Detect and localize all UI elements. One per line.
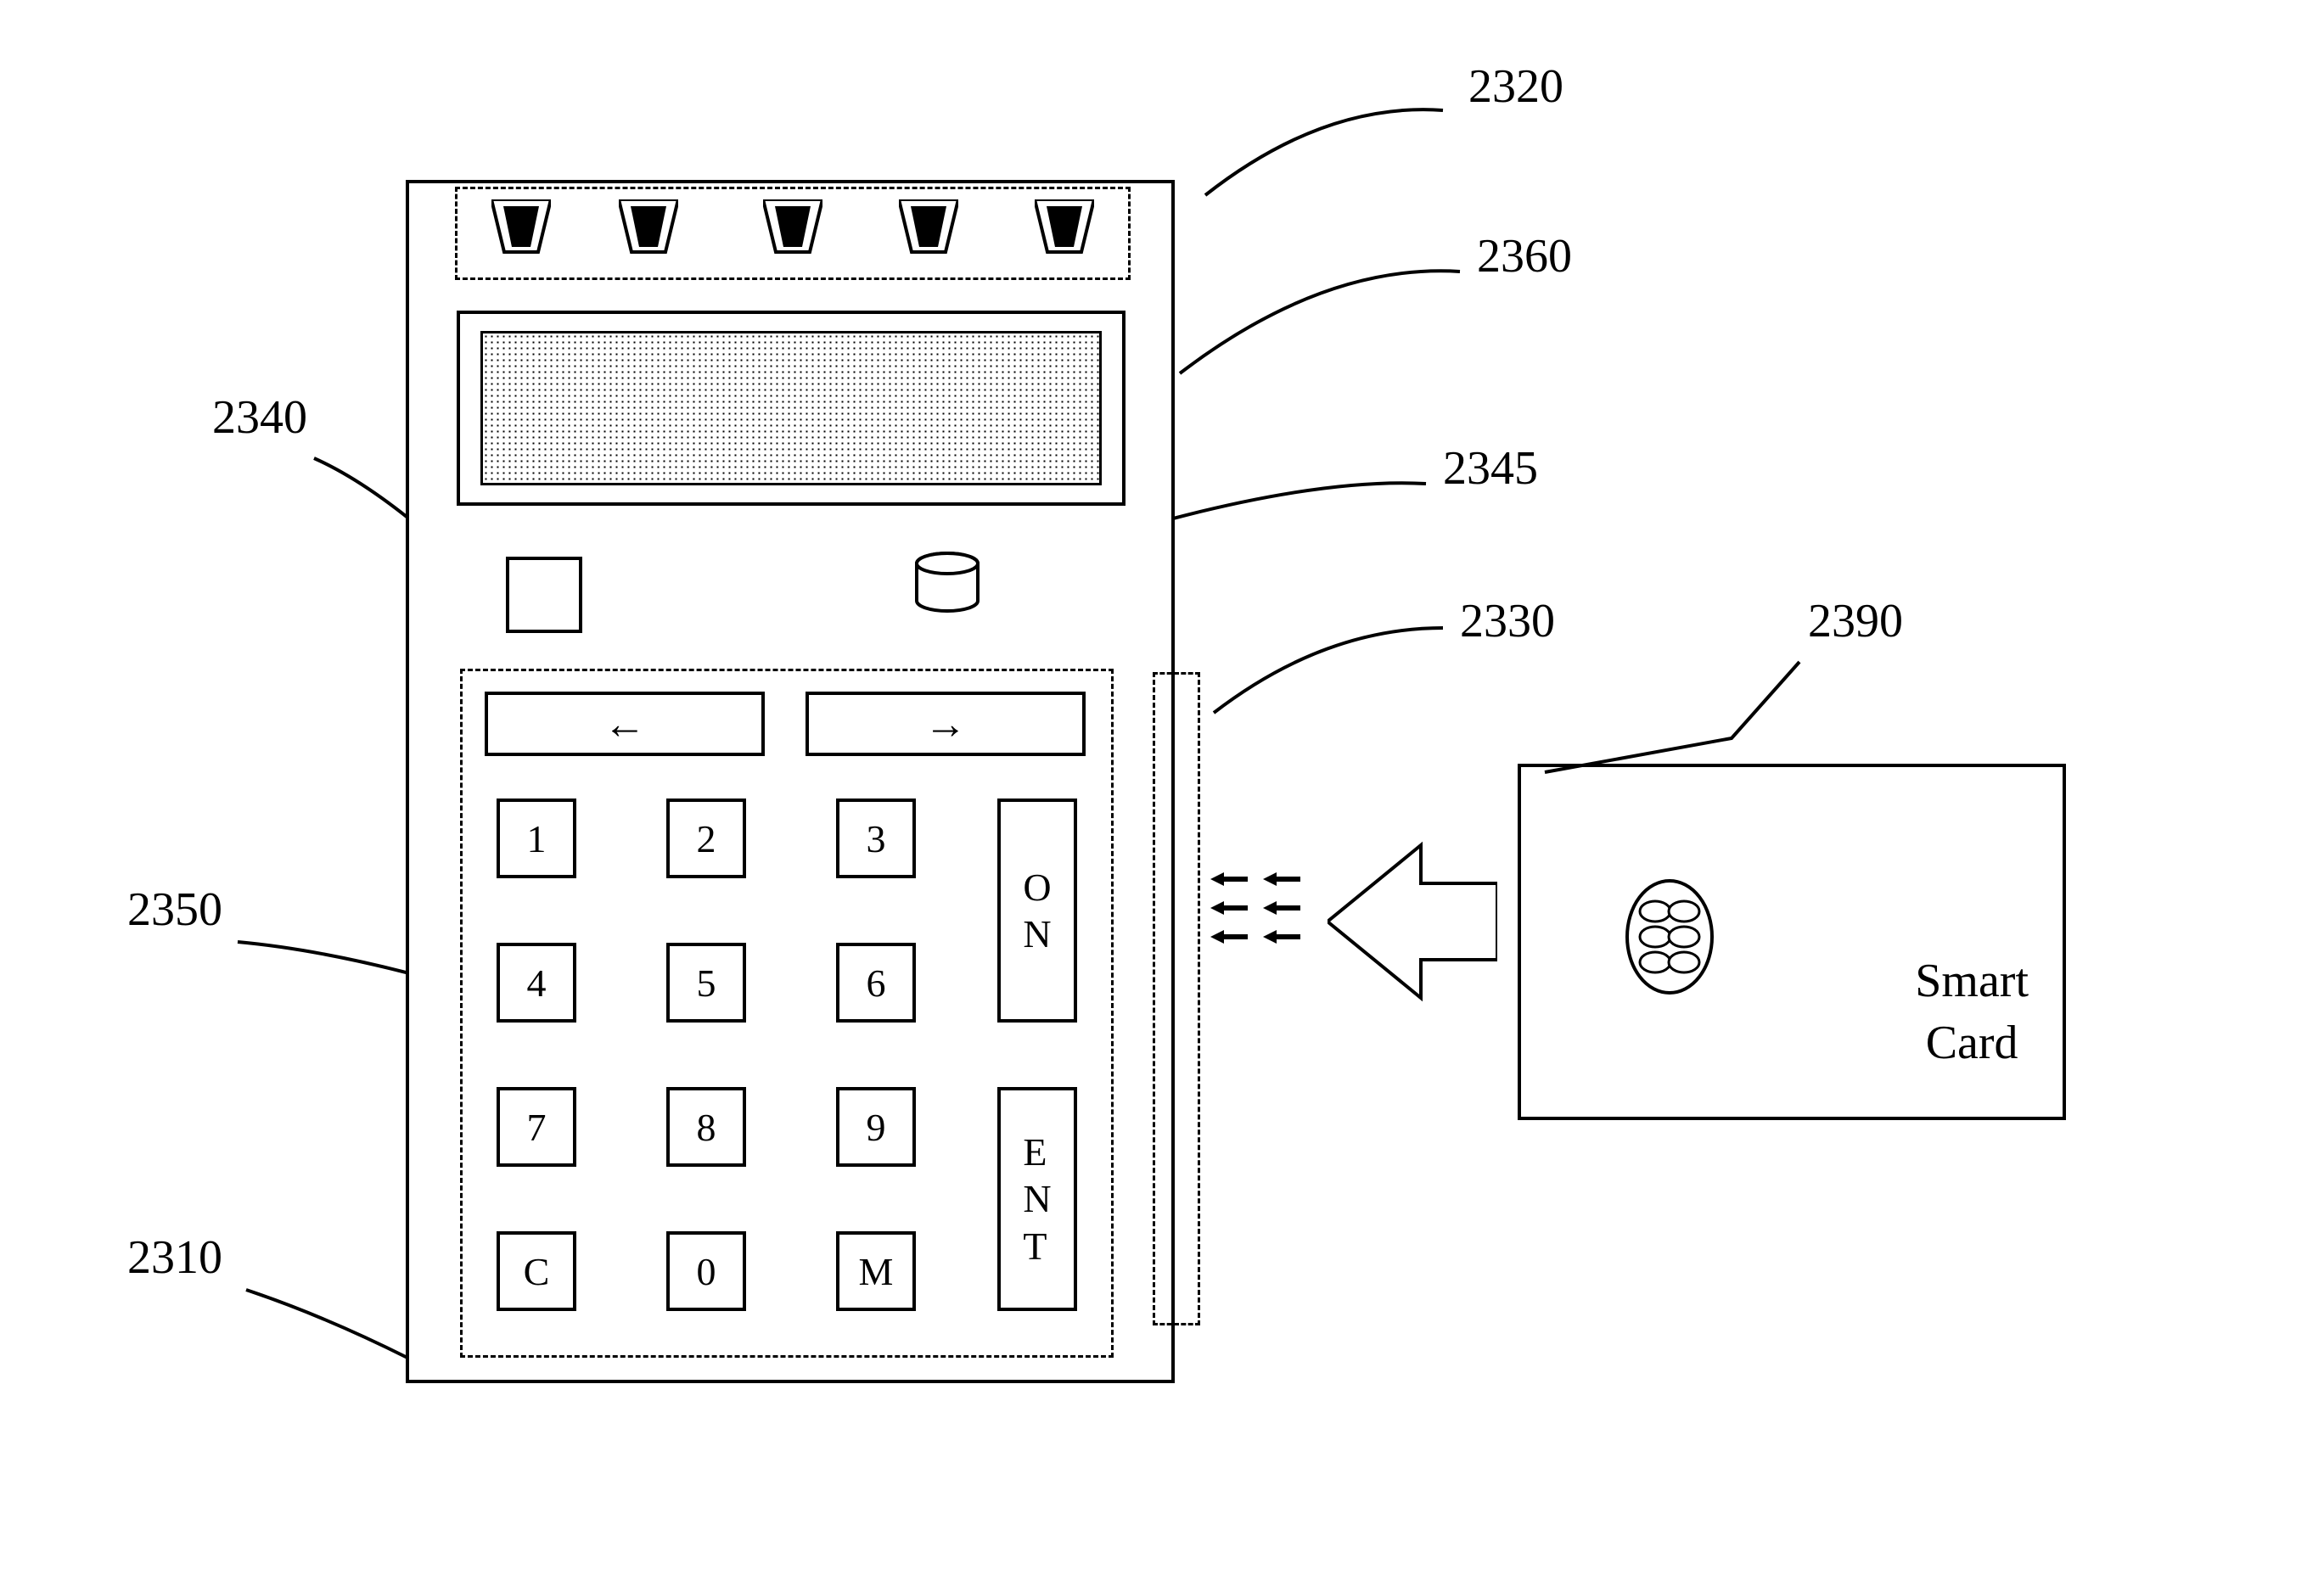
keypad-area: ← → 1 2 3 O N 4 5 6 7 8 9 E N T C 0 M: [460, 669, 1114, 1358]
display-screen: [457, 311, 1126, 506]
arrow-left-icon: [1210, 901, 1248, 915]
port-1[interactable]: [491, 199, 551, 267]
key-ent[interactable]: E N T: [997, 1087, 1077, 1311]
cylinder-knob[interactable]: [913, 552, 981, 614]
arrow-left-icon: [1263, 901, 1300, 915]
card-slot[interactable]: [1153, 672, 1200, 1325]
ref-2330: 2330: [1460, 594, 1555, 648]
key-c[interactable]: C: [497, 1231, 576, 1311]
port-area: [455, 187, 1131, 280]
display-inner: [480, 331, 1102, 485]
key-1[interactable]: 1: [497, 799, 576, 878]
arrow-left-icon: ←: [603, 699, 646, 748]
key-m[interactable]: M: [836, 1231, 916, 1311]
comm-arrows: [1210, 872, 1312, 983]
nav-right-button[interactable]: →: [806, 692, 1086, 756]
port-2[interactable]: [619, 199, 678, 267]
key-8[interactable]: 8: [666, 1087, 746, 1167]
ref-2310: 2310: [127, 1230, 222, 1285]
ref-2320: 2320: [1468, 59, 1563, 114]
ref-2340: 2340: [212, 390, 307, 445]
ref-2350: 2350: [127, 883, 222, 937]
arrow-left-icon: [1263, 872, 1300, 886]
square-sensor[interactable]: [506, 557, 582, 633]
chip-icon: [1623, 877, 1716, 996]
key-7[interactable]: 7: [497, 1087, 576, 1167]
device-body: ← → 1 2 3 O N 4 5 6 7 8 9 E N T C 0 M: [406, 180, 1175, 1383]
ref-2360: 2360: [1477, 229, 1572, 283]
key-4[interactable]: 4: [497, 943, 576, 1023]
ref-2390: 2390: [1808, 594, 1903, 648]
card-label: Smart Card: [1915, 950, 2029, 1074]
arrow-right-icon: →: [924, 699, 967, 748]
key-5[interactable]: 5: [666, 943, 746, 1023]
ref-2345: 2345: [1443, 441, 1538, 496]
nav-left-button[interactable]: ←: [485, 692, 765, 756]
arrow-left-icon: [1210, 930, 1248, 944]
port-4[interactable]: [899, 199, 958, 267]
insert-arrow-icon: [1328, 837, 1497, 1006]
smart-card[interactable]: Smart Card: [1518, 764, 2066, 1120]
key-6[interactable]: 6: [836, 943, 916, 1023]
key-0[interactable]: 0: [666, 1231, 746, 1311]
arrow-left-icon: [1263, 930, 1300, 944]
arrow-left-icon: [1210, 872, 1248, 886]
key-9[interactable]: 9: [836, 1087, 916, 1167]
patent-figure: 2320 2360 2340 2345 2330 2390 2350 2310: [0, 0, 2324, 1569]
key-2[interactable]: 2: [666, 799, 746, 878]
key-3[interactable]: 3: [836, 799, 916, 878]
port-3[interactable]: [763, 199, 822, 267]
key-on[interactable]: O N: [997, 799, 1077, 1023]
port-5[interactable]: [1035, 199, 1094, 267]
